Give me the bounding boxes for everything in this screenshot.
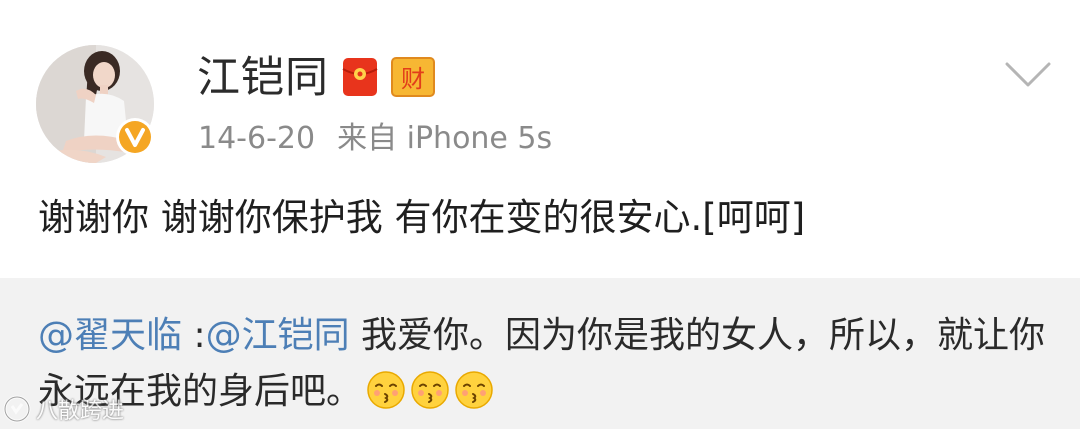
watermark-logo-icon [3,395,31,423]
weibo-post-screen: 江铠同 财 14-6-20 来自 iPhone 5s 谢谢你 谢谢你保护我 有你… [0,0,1080,429]
verified-badge [116,118,154,156]
post-source[interactable]: 来自 iPhone 5s [337,121,552,156]
chevron-down-icon[interactable] [1003,58,1053,92]
kiss-face-emoji-icon [455,371,493,409]
repost-text: @翟天临 :@江铠同 我爱你。因为你是我的女人，所以，就让你永远在我的身后吧。 [38,308,1048,420]
kiss-face-emoji-icon [367,371,405,409]
post-meta: 14-6-20 来自 iPhone 5s [198,121,552,157]
wealth-badge-label: 财 [401,65,425,93]
verified-v-icon [119,121,151,153]
repost-block[interactable]: @翟天临 :@江铠同 我爱你。因为你是我的女人，所以，就让你永远在我的身后吧。 [0,278,1080,429]
author-name[interactable]: 江铠同 [197,52,329,104]
emoji-row [362,371,494,412]
wealth-badge-icon[interactable]: 财 [391,57,435,97]
red-packet-icon[interactable] [342,57,378,97]
post-date: 14-6-20 [198,121,316,156]
kiss-face-emoji-icon [411,371,449,409]
mention-author[interactable]: @江铠同 [206,315,350,356]
watermark: 八散跨进 [2,392,124,426]
repost-separator: : [182,315,206,356]
mention-reposter[interactable]: @翟天临 [38,315,182,356]
post-card: 江铠同 财 14-6-20 来自 iPhone 5s 谢谢你 谢谢你保护我 有你… [0,0,1080,278]
watermark-text: 八散跨进 [36,399,125,424]
post-text: 谢谢你 谢谢你保护我 有你在变的很安心.[呵呵] [38,196,806,239]
